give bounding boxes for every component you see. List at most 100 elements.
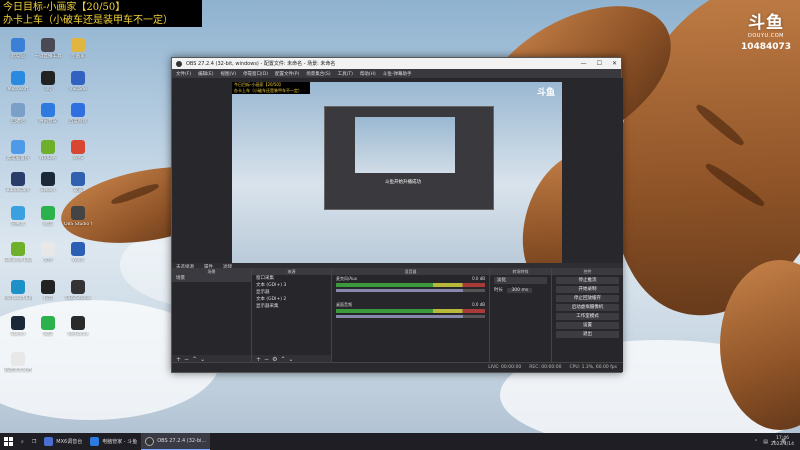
- clock-display[interactable]: 17:46 2022/4/14: [771, 436, 794, 448]
- obs-title: OBS 27.2.4 (32-bit, windows) - 配置文件: 未命名…: [186, 61, 336, 67]
- live-timer: LIVE: 00:00:00: [488, 365, 522, 370]
- app-icon: [11, 206, 25, 220]
- desktop-icon-label: VSCode: [69, 87, 87, 92]
- desktop-icon[interactable]: QQ: [34, 71, 62, 92]
- app-icon: [71, 280, 85, 294]
- menu-docks[interactable]: 停靠窗口(D): [243, 71, 268, 77]
- source-item[interactable]: 显示器采集: [252, 303, 331, 310]
- volume-fader[interactable]: [336, 289, 485, 292]
- source-item[interactable]: 窗口采集: [252, 275, 331, 282]
- desktop-icon[interactable]: 新建文本文档: [4, 352, 32, 373]
- desktop-icon-label: Steam: [10, 332, 26, 337]
- desktop-icon[interactable]: VSCode: [64, 71, 92, 92]
- app-icon: [41, 242, 55, 256]
- desktop-icon[interactable]: 此电脑备份: [4, 140, 32, 161]
- obs-statusbar: LIVE: 00:00:00 REC: 00:00:00 CPU: 1.3%, …: [172, 362, 623, 372]
- desktop-icon[interactable]: NVIDIA: [34, 140, 62, 161]
- room-id: 10484073: [740, 42, 792, 52]
- app-icon: [41, 280, 55, 294]
- volume-meter: [336, 309, 485, 313]
- menu-help[interactable]: 帮助(H): [360, 71, 376, 77]
- desktop-icon[interactable]: Microsoft: [4, 71, 32, 92]
- desktop-icon[interactable]: OBS Studio: [64, 280, 92, 301]
- chevron-up-icon[interactable]: ⌃: [754, 439, 758, 445]
- app-icon: [71, 38, 85, 52]
- desktop-icon[interactable]: 小画家: [64, 38, 92, 59]
- stop-replay-buffer-button[interactable]: 停止回放缓存: [556, 295, 619, 302]
- window-controls: — ☐ ✕: [581, 60, 617, 67]
- start-virtual-camera-button[interactable]: 启动虚拟摄像机: [556, 304, 619, 311]
- taskbar-app-label: MX6调音台: [56, 439, 83, 445]
- desktop-icon[interactable]: 抖音: [34, 280, 62, 301]
- menu-profile[interactable]: 配置文件(P): [275, 71, 299, 77]
- desktop-icon[interactable]: OBS Studio 快捷方式: [64, 206, 92, 227]
- volume-fader[interactable]: [336, 315, 485, 318]
- settings-button[interactable]: 设置: [556, 322, 619, 329]
- minimize-icon[interactable]: —: [581, 60, 587, 67]
- desktop-icon[interactable]: Steam: [34, 172, 62, 193]
- menu-scene-collection[interactable]: 场景集合(S): [306, 71, 330, 77]
- desktop-icon[interactable]: 微信: [34, 316, 62, 337]
- start-button[interactable]: [0, 433, 17, 450]
- close-icon[interactable]: ✕: [612, 60, 617, 67]
- desktop-icon-label: 微信: [43, 332, 53, 337]
- desktop-icon[interactable]: WPS: [64, 140, 92, 161]
- desktop-icon-label: GeForce Experience: [4, 258, 32, 263]
- menu-tools[interactable]: 工具(T): [338, 71, 353, 77]
- desktop-icon[interactable]: 此电脑: [4, 38, 32, 59]
- desktop-icon-label: Word: [72, 258, 84, 263]
- transition-select[interactable]: 淡化: [494, 277, 547, 284]
- desktop-icon[interactable]: 设置: [64, 172, 92, 193]
- studio-mode-button[interactable]: 工作室模式: [556, 313, 619, 320]
- network-icon[interactable]: ▤: [763, 439, 768, 445]
- duration-input[interactable]: 300 ms: [507, 288, 533, 293]
- desktop-icon[interactable]: 微信: [34, 206, 62, 227]
- app-icon: [71, 172, 85, 186]
- scenes-header: 场景: [172, 268, 251, 275]
- desktop-icon[interactable]: BandiCam: [4, 172, 32, 193]
- taskbar-app-label: 电脑管家 - 斗鱼: [102, 439, 138, 445]
- source-item[interactable]: 文本 (GDI+) 2: [252, 296, 331, 303]
- desktop-icon[interactable]: 一键直播工具: [34, 38, 62, 59]
- maximize-icon[interactable]: ☐: [597, 60, 602, 67]
- preview-overlay: 今日目标-小画家【20/50】 办卡上车（小破车还是装甲车不一定）: [232, 82, 310, 94]
- desktop-icon-label: 一键直播工具: [34, 54, 62, 59]
- desktop-icon[interactable]: 回收站: [4, 103, 32, 124]
- start-recording-button[interactable]: 开始录制: [556, 286, 619, 293]
- menu-view[interactable]: 视图(V): [220, 71, 236, 77]
- taskbar-app-pc-manager[interactable]: 电脑管家 - 斗鱼: [86, 433, 141, 450]
- mixer-header: 混音器: [332, 268, 489, 275]
- preview-canvas[interactable]: 今日目标-小画家【20/50】 办卡上车（小破车还是装甲车不一定） 斗鱼开始升播…: [232, 82, 562, 268]
- desktop-icon[interactable]: Steam: [4, 316, 32, 337]
- obs-window: OBS 27.2.4 (32-bit, windows) - 配置文件: 未命名…: [171, 57, 623, 373]
- app-icon: [71, 71, 85, 85]
- desktop-icon[interactable]: 文件: [34, 242, 62, 263]
- app-icon: [71, 242, 85, 256]
- nested-canvas: [355, 117, 455, 173]
- desktop-icon[interactable]: 腾讯会议: [34, 103, 62, 124]
- stop-streaming-button[interactable]: 停止推流: [556, 277, 619, 284]
- taskbar-app-obs[interactable]: OBS 27.2.4 (32-bi...: [141, 433, 211, 450]
- search-icon[interactable]: ⌕: [17, 433, 28, 450]
- menu-edit[interactable]: 编辑(E): [198, 71, 213, 77]
- exit-button[interactable]: 退出: [556, 331, 619, 338]
- source-item[interactable]: 显示器: [252, 289, 331, 296]
- taskbar-app-mx6[interactable]: MX6调音台: [40, 433, 86, 450]
- app-icon: [41, 71, 55, 85]
- menu-file[interactable]: 文件(F): [176, 71, 191, 77]
- desktop-icon[interactable]: Word: [64, 242, 92, 263]
- obs-titlebar[interactable]: OBS 27.2.4 (32-bit, windows) - 配置文件: 未命名…: [172, 58, 621, 69]
- menu-douyu-danmaku[interactable]: 斗鱼-弹幕助手: [383, 71, 412, 77]
- pc-manager-icon: [90, 437, 100, 446]
- app-icon: [11, 280, 25, 294]
- task-view-icon[interactable]: ❐: [28, 433, 40, 450]
- desktop-icon[interactable]: WeGame: [64, 316, 92, 337]
- desktop-icon-label: 微信: [43, 222, 53, 227]
- desktop-icon[interactable]: GeForce Experience: [4, 242, 32, 263]
- desktop-icon[interactable]: 百度网盘: [64, 103, 92, 124]
- scene-item[interactable]: 场景: [172, 275, 251, 282]
- app-icon: [11, 242, 25, 256]
- desktop-icon[interactable]: 记事本: [4, 206, 32, 227]
- source-item[interactable]: 文本 (GDI+) 3: [252, 282, 331, 289]
- desktop-icon[interactable]: Microsoft Edge: [4, 280, 32, 301]
